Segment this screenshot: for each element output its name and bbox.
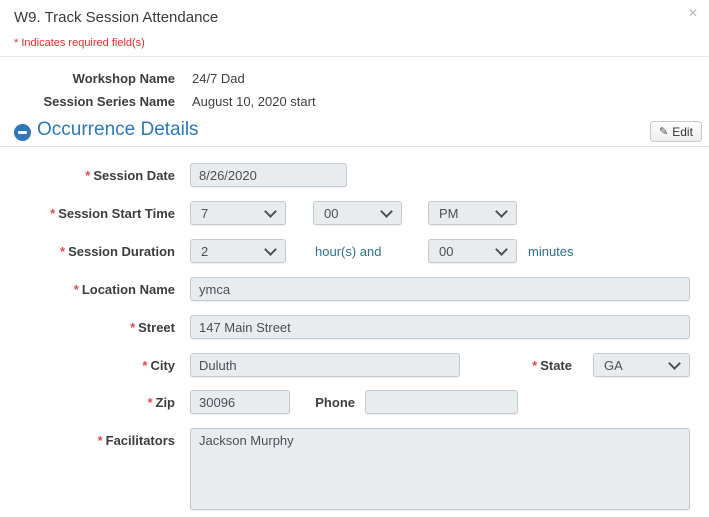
start-minute-select[interactable]: 00 <box>313 201 402 225</box>
session-date-input[interactable] <box>190 163 347 187</box>
required-asterisk: * <box>147 395 152 410</box>
required-asterisk: * <box>60 244 65 259</box>
state-value: GA <box>604 358 623 373</box>
track-session-attendance-modal: W9. Track Session Attendance ✕ * Indicat… <box>0 0 709 517</box>
duration-hours-select[interactable]: 2 <box>190 239 286 263</box>
chevron-down-icon <box>495 243 508 256</box>
session-start-time-label: *Session Start Time <box>0 206 175 221</box>
section-divider <box>0 146 709 147</box>
start-ampm-select[interactable]: PM <box>428 201 517 225</box>
start-hour-select[interactable]: 7 <box>190 201 286 225</box>
pencil-icon: ✎ <box>659 125 668 138</box>
location-name-row: *Location Name <box>0 277 709 301</box>
session-start-time-row: *Session Start Time 7 00 PM <box>0 201 709 225</box>
required-asterisk: * <box>532 358 537 373</box>
header-divider <box>0 56 709 57</box>
duration-hours-suffix: hour(s) and <box>315 244 381 259</box>
edit-button-label: Edit <box>672 125 693 139</box>
session-duration-label: *Session Duration <box>0 244 175 259</box>
duration-hours-value: 2 <box>201 244 208 259</box>
facilitators-row: *Facilitators Jackson Murphy <box>0 428 709 510</box>
chevron-down-icon <box>264 243 277 256</box>
location-name-input[interactable] <box>190 277 690 301</box>
chevron-down-icon <box>495 205 508 218</box>
phone-input[interactable] <box>365 390 518 414</box>
workshop-name-value: 24/7 Dad <box>192 71 245 86</box>
required-asterisk: * <box>50 206 55 221</box>
minus-bar <box>18 131 27 134</box>
start-minute-value: 00 <box>324 206 338 221</box>
close-icon[interactable]: ✕ <box>688 6 698 20</box>
city-state-row: *City *State GA <box>0 353 709 377</box>
facilitators-label: *Facilitators <box>0 433 175 448</box>
facilitators-textarea[interactable]: Jackson Murphy <box>190 428 690 510</box>
session-series-name-label: Session Series Name <box>0 94 175 109</box>
session-series-name-value: August 10, 2020 start <box>192 94 316 109</box>
start-ampm-value: PM <box>439 206 459 221</box>
required-asterisk: * <box>74 282 79 297</box>
duration-minutes-value: 00 <box>439 244 453 259</box>
session-duration-row: *Session Duration 2 hour(s) and 00 minut… <box>0 239 709 263</box>
location-name-label: *Location Name <box>0 282 175 297</box>
phone-label: Phone <box>240 395 355 410</box>
required-asterisk: * <box>98 433 103 448</box>
state-label: *State <box>460 358 572 373</box>
chevron-down-icon <box>668 357 681 370</box>
start-hour-value: 7 <box>201 206 208 221</box>
session-date-label: *Session Date <box>0 168 175 183</box>
street-row: *Street <box>0 315 709 339</box>
chevron-down-icon <box>380 205 393 218</box>
workshop-name-label: Workshop Name <box>0 71 175 86</box>
section-title: Occurrence Details <box>37 119 199 141</box>
required-asterisk: * <box>85 168 90 183</box>
duration-minutes-suffix: minutes <box>528 244 574 259</box>
zip-label: *Zip <box>0 395 175 410</box>
city-input[interactable] <box>190 353 460 377</box>
state-select[interactable]: GA <box>593 353 690 377</box>
chevron-down-icon <box>264 205 277 218</box>
zip-phone-row: *Zip Phone <box>0 390 709 414</box>
street-input[interactable] <box>190 315 690 339</box>
modal-title: W9. Track Session Attendance <box>14 9 218 26</box>
required-asterisk: * <box>142 358 147 373</box>
city-label: *City <box>0 358 175 373</box>
required-asterisk: * <box>130 320 135 335</box>
duration-minutes-select[interactable]: 00 <box>428 239 517 263</box>
collapse-minus-circle-icon[interactable] <box>14 124 31 141</box>
street-label: *Street <box>0 320 175 335</box>
edit-button[interactable]: ✎ Edit <box>650 121 702 142</box>
session-date-row: *Session Date <box>0 163 709 187</box>
required-note: * Indicates required field(s) <box>14 37 145 49</box>
